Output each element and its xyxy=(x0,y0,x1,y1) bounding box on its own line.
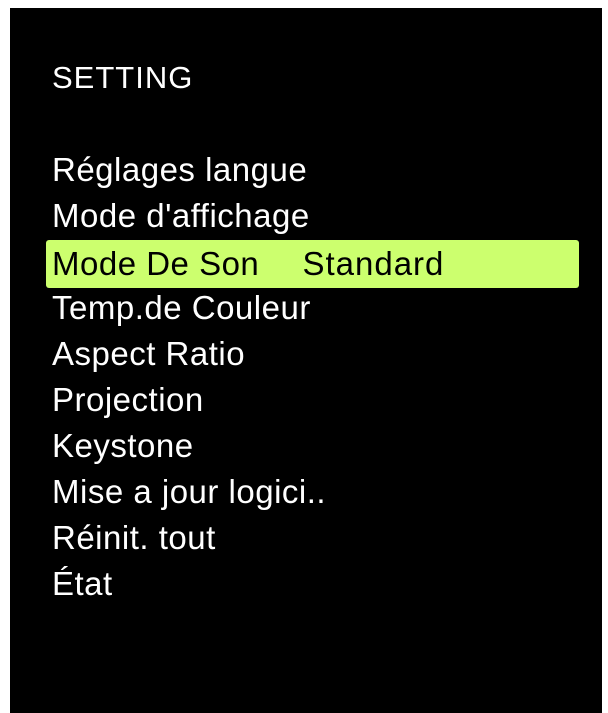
menu-item-keystone[interactable]: Keystone xyxy=(46,423,579,469)
menu-item-label: État xyxy=(52,565,113,602)
menu-item-label: Temp.de Couleur xyxy=(52,289,311,326)
menu-item-aspect-ratio[interactable]: Aspect Ratio xyxy=(46,331,579,377)
menu-item-status[interactable]: État xyxy=(46,561,579,607)
menu-item-label: Mode De Son xyxy=(52,245,260,282)
menu-item-label: Aspect Ratio xyxy=(52,335,246,372)
menu-item-label: Réinit. tout xyxy=(52,519,216,556)
menu-item-projection[interactable]: Projection xyxy=(46,377,579,423)
menu-item-label: Mode d'affichage xyxy=(52,197,310,234)
menu-item-value: Standard xyxy=(302,245,445,282)
menu-item-label: Projection xyxy=(52,381,204,418)
menu-item-sound-mode[interactable]: Mode De Son Standard xyxy=(46,240,579,288)
menu-item-label: Mise a jour logici.. xyxy=(52,473,327,510)
menu-title: SETTING xyxy=(52,60,194,95)
settings-menu: Réglages langue Mode d'affichage Mode De… xyxy=(46,147,579,607)
osd-settings-screen: SETTING Réglages langue Mode d'affichage… xyxy=(10,8,602,713)
menu-item-reset-all[interactable]: Réinit. tout xyxy=(46,515,579,561)
menu-item-color-temperature[interactable]: Temp.de Couleur xyxy=(46,285,579,331)
menu-item-label: Keystone xyxy=(52,427,194,464)
menu-item-label: Réglages langue xyxy=(52,151,308,188)
menu-item-language[interactable]: Réglages langue xyxy=(46,147,579,193)
menu-item-software-update[interactable]: Mise a jour logici.. xyxy=(46,469,579,515)
menu-item-display-mode[interactable]: Mode d'affichage xyxy=(46,193,579,239)
